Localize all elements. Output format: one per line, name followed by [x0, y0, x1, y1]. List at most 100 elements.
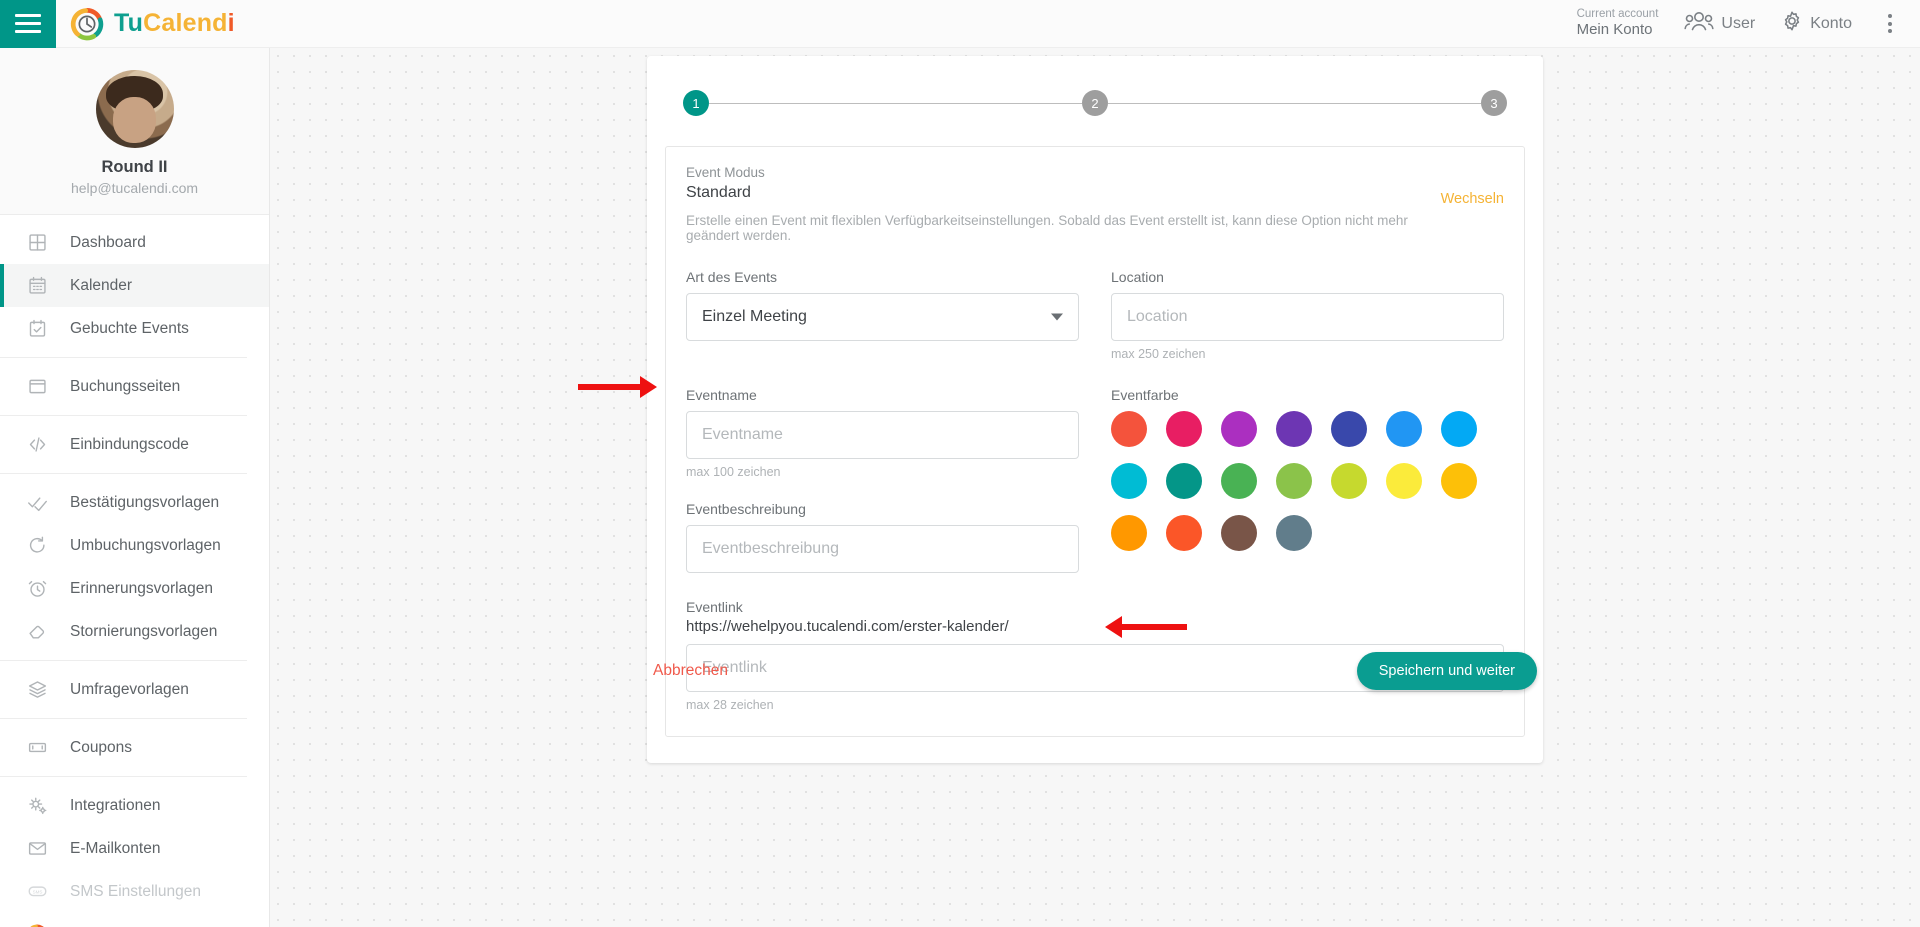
- sidebar-item-label: Coupons: [70, 738, 133, 756]
- event-type-select[interactable]: [686, 293, 1079, 341]
- color-swatch-10[interactable]: [1276, 463, 1312, 499]
- event-type-label: Art des Events: [686, 269, 778, 285]
- main-content: 1 2 3 Event Modus Standard Erstelle eine…: [270, 48, 1920, 927]
- color-swatch-16[interactable]: [1221, 515, 1257, 551]
- eraser-icon: [26, 621, 48, 643]
- event-modus-info: Event Modus Standard Erstelle einen Even…: [686, 165, 1441, 243]
- sidebar-item-einbindungscode[interactable]: Einbindungscode: [0, 423, 269, 466]
- event-name-input[interactable]: [686, 411, 1079, 459]
- stepper-step-2[interactable]: 2: [1082, 90, 1108, 116]
- sidebar: Round II help@tucalendi.com Dashboard Kal…: [0, 48, 270, 927]
- color-swatch-5[interactable]: [1386, 411, 1422, 447]
- change-modus-link[interactable]: Wechseln: [1441, 165, 1504, 207]
- sidebar-item-dashboard[interactable]: Dashboard: [0, 221, 269, 264]
- profile-email: help@tucalendi.com: [70, 180, 199, 196]
- top-bar-right: Current account Mein Konto User Konto: [1577, 8, 1920, 39]
- stepper-step-1[interactable]: 1: [683, 90, 709, 116]
- calendar-icon: [26, 275, 48, 297]
- sidebar-item-label: Umfragevorlagen: [70, 680, 189, 698]
- sidebar-divider: [0, 660, 247, 661]
- sidebar-item-label: Umbuchungsvorlagen: [70, 536, 221, 554]
- sidebar-item-umfragevorlagen[interactable]: Umfragevorlagen: [0, 668, 269, 711]
- color-swatch-3[interactable]: [1276, 411, 1312, 447]
- location-hint: max 250 zeichen: [1111, 347, 1206, 361]
- sidebar-item-label: Dashboard: [70, 233, 146, 251]
- sidebar-item-buchungsseiten[interactable]: Buchungsseiten: [0, 365, 269, 408]
- event-color-label: Eventfarbe: [1111, 387, 1179, 403]
- users-menu-button[interactable]: User: [1684, 11, 1755, 36]
- hamburger-menu-icon[interactable]: [0, 0, 56, 48]
- sidebar-item-kalender[interactable]: Kalender: [0, 264, 269, 307]
- sidebar-divider: [0, 415, 247, 416]
- sidebar-item-label: Einbindungscode: [70, 435, 189, 453]
- sidebar-item-erinnerungsvorlagen[interactable]: Erinnerungsvorlagen: [0, 567, 269, 610]
- current-account-caption: Current account: [1576, 8, 1659, 21]
- sidebar-item-label: Kalender: [70, 276, 133, 294]
- event-type-select-wrap: [686, 293, 1079, 341]
- location-input[interactable]: [1111, 293, 1504, 341]
- sidebar-item-sms-einstellungen: SMS SMS Einstellungen: [0, 870, 269, 913]
- stepper-line-1: [709, 102, 1082, 104]
- stepper-step-3[interactable]: 3: [1481, 90, 1507, 116]
- event-form-panel: Event Modus Standard Erstelle einen Even…: [665, 146, 1525, 737]
- event-color-swatches: [1111, 411, 1504, 551]
- event-link-base-url: https://wehelpyou.tucalendi.com/erster-k…: [686, 618, 1009, 635]
- color-swatch-11[interactable]: [1331, 463, 1367, 499]
- location-label: Location: [1111, 269, 1164, 285]
- sms-icon: SMS: [26, 881, 48, 903]
- color-swatch-8[interactable]: [1166, 463, 1202, 499]
- users-menu-label: User: [1721, 14, 1756, 32]
- sidebar-item-stornierungsvorlagen[interactable]: Stornierungsvorlagen: [0, 610, 269, 653]
- wizard-stepper: 1 2 3: [647, 56, 1543, 146]
- user-avatar-photo[interactable]: [95, 70, 174, 148]
- event-modus-description: Erstelle einen Event mit flexiblen Verfü…: [686, 213, 1408, 243]
- brand-part-1: Tu: [114, 9, 144, 37]
- color-swatch-15[interactable]: [1166, 515, 1202, 551]
- event-type-group: Art des Events: [686, 269, 1079, 361]
- color-swatch-1[interactable]: [1166, 411, 1202, 447]
- event-name-group: Eventname max 100 zeichen Eventbeschreib…: [686, 387, 1079, 573]
- color-swatch-9[interactable]: [1221, 463, 1257, 499]
- account-settings-button[interactable]: Konto: [1781, 10, 1852, 37]
- sidebar-item-integrationen[interactable]: Integrationen: [0, 784, 269, 827]
- brand[interactable]: TuCalendi: [70, 7, 235, 41]
- color-swatch-13[interactable]: [1441, 463, 1477, 499]
- event-modus-value: Standard: [686, 184, 751, 201]
- sidebar-divider: [0, 357, 247, 358]
- svg-text:SMS: SMS: [32, 889, 42, 894]
- event-description-input[interactable]: [686, 525, 1079, 573]
- event-link-hint: max 28 zeichen: [686, 698, 774, 712]
- cancel-button[interactable]: Abbrechen: [653, 662, 728, 680]
- save-and-continue-button[interactable]: Speichern und weiter: [1356, 652, 1537, 690]
- form-actions: Abbrechen Speichern und weiter: [647, 652, 1543, 690]
- sidebar-item-umbuchungsvorlagen[interactable]: Umbuchungsvorlagen: [0, 524, 269, 567]
- sidebar-item-label: Buchungsseiten: [70, 377, 181, 395]
- profile-name: Round II: [101, 158, 168, 176]
- sidebar-item-label: Stornierungsvorlagen: [70, 622, 218, 640]
- event-modus-label: Event Modus: [686, 165, 765, 180]
- color-swatch-0[interactable]: [1111, 411, 1147, 447]
- sidebar-item-best-tigungsvorlagen[interactable]: Bestätigungsvorlagen: [0, 481, 269, 524]
- sidebar-nav: Dashboard Kalender Gebuchte Events Buchungs…: [0, 215, 269, 927]
- color-swatch-6[interactable]: [1441, 411, 1477, 447]
- brand-part-3: i: [227, 9, 235, 37]
- color-swatch-4[interactable]: [1331, 411, 1367, 447]
- sidebar-item-gebuchte-events[interactable]: Gebuchte Events: [0, 307, 269, 350]
- color-swatch-12[interactable]: [1386, 463, 1422, 499]
- sidebar-item-e-mailkonten[interactable]: E-Mailkonten: [0, 827, 269, 870]
- refresh-arrow-icon: [26, 535, 48, 557]
- current-account[interactable]: Current account Mein Konto: [1577, 8, 1659, 38]
- kebab-menu-icon[interactable]: [1878, 8, 1902, 39]
- sidebar-item-tucalendi-pl-ne[interactable]: TuCalendi Pläne: [0, 913, 269, 927]
- color-swatch-7[interactable]: [1111, 463, 1147, 499]
- sidebar-item-coupons[interactable]: Coupons: [0, 726, 269, 769]
- double-check-icon: [26, 492, 48, 514]
- sidebar-item-label: Gebuchte Events: [70, 319, 189, 337]
- event-name-label: Eventname: [686, 387, 757, 403]
- color-swatch-17[interactable]: [1276, 515, 1312, 551]
- ticket-icon: [26, 737, 48, 759]
- location-group: Location max 250 zeichen: [1111, 269, 1504, 361]
- color-swatch-2[interactable]: [1221, 411, 1257, 447]
- calendar-check-icon: [26, 318, 48, 340]
- color-swatch-14[interactable]: [1111, 515, 1147, 551]
